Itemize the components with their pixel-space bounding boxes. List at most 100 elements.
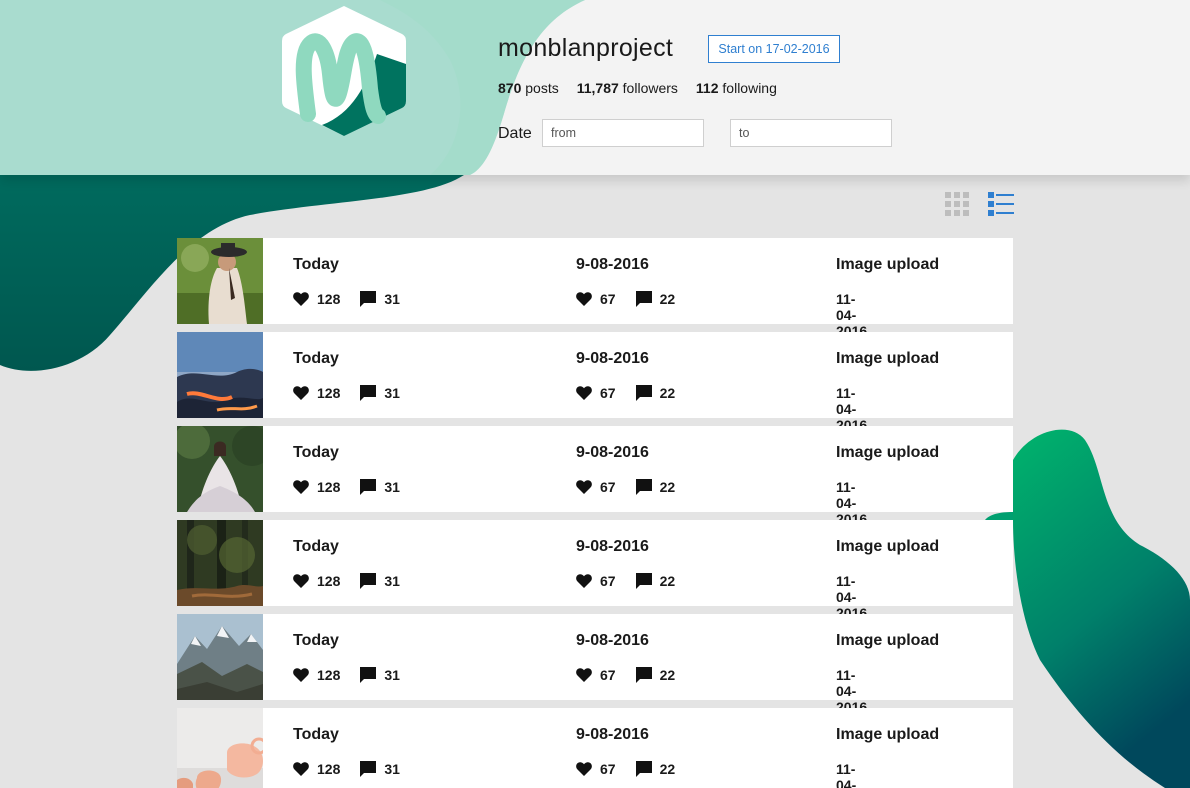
grid-icon[interactable]: [945, 192, 969, 216]
post-row[interactable]: Today 128 31 9-08-2016 67 22 Image uploa…: [177, 520, 1013, 621]
comments-metric: 22: [635, 573, 676, 589]
col-title: Image upload: [836, 256, 940, 273]
comments-metric: 22: [635, 667, 675, 683]
list-icon[interactable]: [988, 192, 1014, 216]
stat-following: 112 following: [696, 80, 777, 96]
date-to-input[interactable]: [730, 119, 892, 147]
col-title: Today: [293, 538, 339, 555]
post-row[interactable]: Today 128 31 9-08-2016 67 22 Image uploa…: [177, 332, 1013, 433]
heart-icon: [576, 480, 592, 494]
heart-icon: [293, 668, 309, 682]
likes-metric: 128: [293, 385, 340, 401]
heart-icon: [576, 762, 592, 776]
post-thumbnail[interactable]: [177, 332, 263, 418]
stat-followers-value: 11,787: [576, 80, 619, 96]
comment-icon: [360, 385, 377, 401]
post-thumbnail[interactable]: [177, 708, 263, 788]
comment-icon: [635, 479, 652, 495]
post-metrics: 67 22: [576, 479, 695, 495]
likes-metric: 67: [576, 761, 616, 777]
post-metrics: 67 22: [576, 385, 695, 401]
heart-icon: [293, 762, 309, 776]
comments-metric: 31: [360, 573, 400, 589]
post-thumbnail[interactable]: [177, 238, 263, 324]
col-title: Image upload: [836, 726, 940, 743]
likes-count: 128: [317, 761, 341, 777]
upload-date: 11-04-2016: [836, 761, 857, 788]
date-filter-label: Date: [498, 125, 532, 142]
comments-metric: 31: [360, 479, 400, 495]
heart-icon: [576, 292, 592, 306]
post-metrics: 128 31: [293, 761, 420, 777]
likes-count: 128: [317, 573, 341, 589]
post-metrics: 67 22: [576, 667, 695, 683]
post-image: [177, 708, 263, 788]
comments-count: 22: [659, 479, 676, 495]
likes-metric: 67: [576, 573, 616, 589]
col-title: 9-08-2016: [576, 350, 649, 367]
comments-count: 31: [384, 479, 400, 495]
posts-list: Today 128 31 9-08-2016 67 22 Image uploa…: [177, 238, 1013, 788]
comment-icon: [360, 291, 377, 307]
comment-icon: [635, 667, 652, 683]
post-thumbnail[interactable]: [177, 614, 263, 700]
post-metrics: 67 22: [576, 761, 695, 777]
col-title: Today: [293, 350, 339, 367]
post-image: [177, 332, 263, 418]
comment-icon: [635, 573, 652, 589]
comments-metric: 31: [360, 291, 400, 307]
date-from-input[interactable]: [542, 119, 704, 147]
col-title: Today: [293, 726, 339, 743]
comment-icon: [635, 291, 652, 307]
comments-metric: 22: [635, 385, 675, 401]
likes-count: 128: [317, 479, 341, 495]
heart-icon: [293, 386, 309, 400]
likes-count: 67: [600, 479, 616, 495]
post-metrics: 67 22: [576, 291, 695, 307]
comments-count: 31: [384, 291, 400, 307]
comments-count: 31: [384, 573, 400, 589]
post-row[interactable]: Today 128 31 9-08-2016 67 22 Image uploa…: [177, 238, 1013, 339]
post-metrics: 128 31: [293, 573, 420, 589]
heart-icon: [293, 292, 309, 306]
col-title: Today: [293, 256, 339, 273]
heart-icon: [576, 386, 592, 400]
post-metrics: 128 31: [293, 291, 420, 307]
comments-metric: 31: [360, 385, 400, 401]
post-thumbnail[interactable]: [177, 520, 263, 606]
post-row[interactable]: Today 128 31 9-08-2016 67 22 Image uploa…: [177, 614, 1013, 715]
heart-icon: [293, 480, 309, 494]
comments-metric: 22: [635, 291, 676, 307]
start-date-button[interactable]: Start on 17-02-2016: [708, 35, 840, 63]
likes-count: 128: [317, 667, 341, 683]
stat-followers: 11,787 followers: [577, 80, 678, 96]
comment-icon: [360, 761, 377, 777]
heart-icon: [576, 574, 592, 588]
post-row[interactable]: Today 128 31 9-08-2016 67 22 Image uploa…: [177, 708, 1013, 788]
post-image: [177, 614, 263, 700]
col-title: Image upload: [836, 350, 940, 367]
comments-count: 22: [659, 291, 676, 307]
post-row[interactable]: Today 128 31 9-08-2016 67 22 Image uploa…: [177, 426, 1013, 527]
stat-following-value: 112: [695, 80, 719, 96]
stat-followers-label: followers: [622, 80, 678, 96]
post-metrics: 128 31: [293, 479, 420, 495]
post-metrics: 67 22: [576, 573, 695, 589]
col-title: 9-08-2016: [576, 632, 649, 649]
likes-metric: 128: [293, 761, 340, 777]
likes-metric: 67: [576, 479, 616, 495]
heart-icon: [576, 668, 592, 682]
comment-icon: [635, 761, 652, 777]
col-title: Today: [293, 444, 339, 461]
comments-count: 31: [384, 667, 400, 683]
col-title: 9-08-2016: [576, 538, 649, 555]
comments-count: 22: [659, 573, 676, 589]
comment-icon: [635, 385, 652, 401]
comments-count: 31: [384, 761, 400, 777]
likes-metric: 67: [576, 291, 616, 307]
stat-posts-value: 870: [498, 80, 522, 96]
col-title: 9-08-2016: [576, 444, 649, 461]
comment-icon: [360, 479, 377, 495]
post-thumbnail[interactable]: [177, 426, 263, 512]
comments-metric: 22: [635, 761, 675, 777]
